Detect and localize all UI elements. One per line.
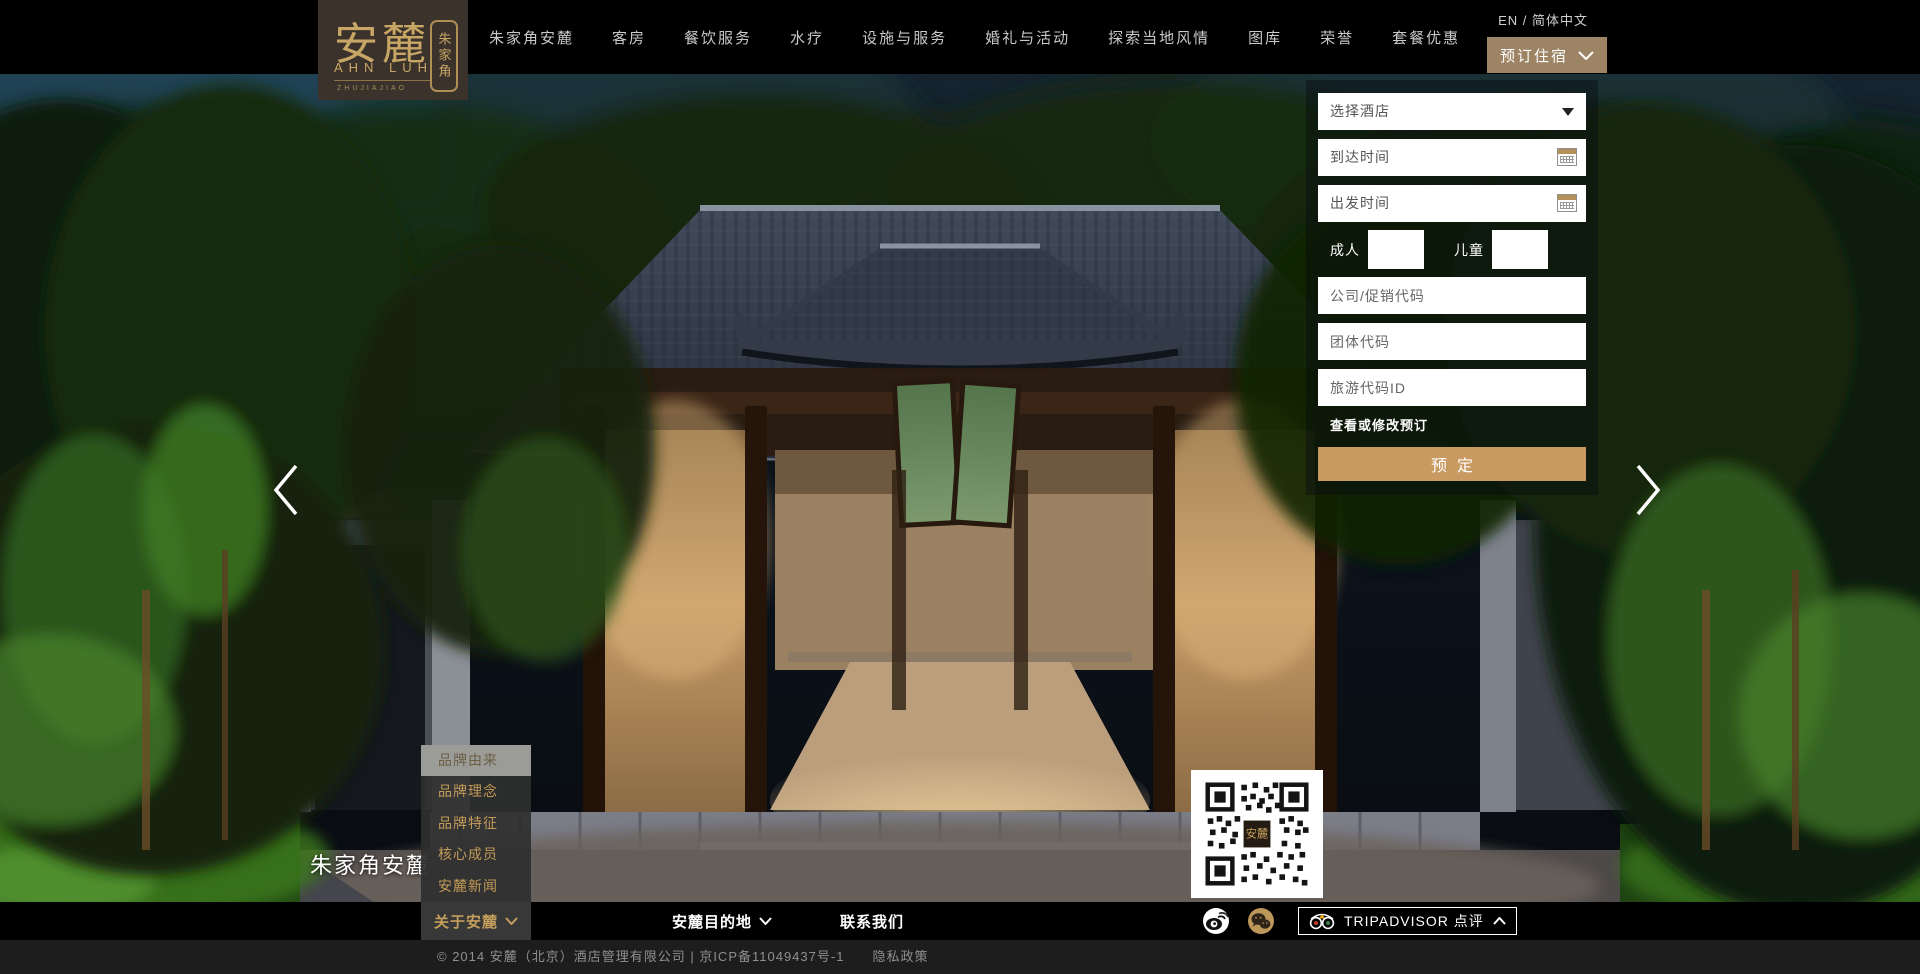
chevron-down-icon [505,917,518,925]
privacy-policy-link[interactable]: 隐私政策 [872,949,928,964]
nav-item-facilities[interactable]: 设施与服务 [862,27,947,48]
nav-item-local[interactable]: 探索当地风情 [1108,27,1210,48]
nav-item-awards[interactable]: 荣誉 [1320,27,1354,48]
page: 朱家角安麓 客房 餐饮服务 水疗 设施与服务 婚礼与活动 探索当地风情 图库 荣… [0,0,1920,974]
chevron-right-icon [1632,462,1666,518]
children-input[interactable] [1492,230,1548,269]
about-dropdown-menu: 品牌由来 品牌理念 品牌特征 核心成员 安麓新闻 [421,745,531,902]
adults-input[interactable] [1368,230,1424,269]
booking-panel: 选择酒店 到达时间 出发时间 成人 儿童 查看或修改预订 预定 [1306,80,1598,495]
menu-item-brand-origin[interactable]: 品牌由来 [421,745,531,776]
menu-item-brand-features[interactable]: 品牌特征 [421,808,531,839]
nav-item-rooms[interactable]: 客房 [612,27,646,48]
destinations-label: 安麓目的地 [672,911,752,932]
promo-code-input[interactable] [1318,277,1586,314]
nav-item-dining[interactable]: 餐饮服务 [684,27,752,48]
nav-item-gallery[interactable]: 图库 [1248,27,1282,48]
departure-date-label: 出发时间 [1330,185,1390,222]
main-nav: 朱家角安麓 客房 餐饮服务 水疗 设施与服务 婚礼与活动 探索当地风情 图库 荣… [489,0,1460,74]
departure-date-field[interactable]: 出发时间 [1318,185,1586,222]
nav-item-hotel[interactable]: 朱家角安麓 [489,27,574,48]
tripadvisor-owl-icon [1309,912,1335,930]
tripadvisor-label: TRIPADVISOR 点评 [1344,911,1484,931]
weibo-icon[interactable] [1203,908,1229,934]
modify-reservation-link[interactable]: 查看或修改预订 [1318,415,1586,434]
qr-code-icon: 安麓 [1199,778,1315,890]
carousel-prev-button[interactable] [268,462,302,518]
top-nav-bar: 朱家角安麓 客房 餐饮服务 水疗 设施与服务 婚礼与活动 探索当地风情 图库 荣… [0,0,1920,74]
slide-caption: 朱家角安麓 [310,848,430,880]
wechat-qr-code: 安麓 [1191,770,1323,898]
language-switch: EN / 简体中文 [1498,10,1588,29]
chevron-up-icon [1493,917,1506,925]
group-code-field [1318,323,1586,360]
hotel-select[interactable]: 选择酒店 [1318,93,1586,130]
tripadvisor-widget[interactable]: TRIPADVISOR 点评 [1298,907,1517,935]
lang-separator: / [1518,13,1532,28]
travel-id-input[interactable] [1318,369,1586,406]
footer: © 2014 安麓（北京）酒店管理有限公司 | 京ICP备11049437号-1… [0,940,1920,974]
calendar-icon[interactable] [1557,194,1577,212]
logo-divider [334,80,430,81]
promo-code-field [1318,277,1586,314]
carousel-next-button[interactable] [1632,462,1666,518]
hotel-select-value: 选择酒店 [1330,93,1390,130]
group-code-input[interactable] [1318,323,1586,360]
wechat-icon[interactable] [1248,908,1274,934]
copyright-label: © 2014 安麓（北京）酒店管理有限公司 | 京ICP备11049437号-1 [437,949,844,964]
children-label: 儿童 [1454,240,1484,260]
book-stay-button[interactable]: 预订住宿 [1487,37,1607,73]
menu-item-brand-philosophy[interactable]: 品牌理念 [421,776,531,807]
chevron-left-icon [268,462,302,518]
copyright-text: © 2014 安麓（北京）酒店管理有限公司 | 京ICP备11049437号-1… [437,940,928,974]
chevron-down-icon [1578,51,1594,60]
travel-id-field [1318,369,1586,406]
logo-sub-text: ZHUJIAJIAO [337,85,407,92]
menu-item-core-members[interactable]: 核心成员 [421,839,531,870]
about-ahnluh-label: 关于安麓 [434,911,498,932]
arrival-date-field[interactable]: 到达时间 [1318,139,1586,176]
nav-item-spa[interactable]: 水疗 [790,27,824,48]
lang-zh-link[interactable]: 简体中文 [1532,13,1588,28]
bottom-bar: 关于安麓 安麓目的地 联系我们 [0,902,1920,940]
menu-item-news[interactable]: 安麓新闻 [421,871,531,902]
chevron-down-icon [759,917,772,925]
brand-logo[interactable]: 安麓 朱家角 AHN LUH ZHUJIAJIAO [318,0,468,100]
nav-item-offers[interactable]: 套餐优惠 [1392,27,1460,48]
dropdown-arrow-icon [1562,108,1574,116]
calendar-icon[interactable] [1557,148,1577,166]
contact-us-link[interactable]: 联系我们 [840,902,904,940]
logo-seal: 朱家角 [430,20,458,92]
lang-en-link[interactable]: EN [1498,13,1518,28]
nav-item-weddings[interactable]: 婚礼与活动 [985,27,1070,48]
book-stay-label: 预订住宿 [1500,45,1568,66]
arrival-date-label: 到达时间 [1330,139,1390,176]
logo-en-text: AHN LUH [334,60,433,75]
svg-text:安麓: 安麓 [1246,826,1268,840]
adults-label: 成人 [1330,240,1360,260]
contact-us-label: 联系我们 [840,911,904,932]
guests-row: 成人 儿童 [1318,231,1586,268]
reserve-button[interactable]: 预定 [1318,447,1586,481]
destinations-menu-button[interactable]: 安麓目的地 [672,902,772,940]
about-ahnluh-menu-button[interactable]: 关于安麓 [421,902,531,940]
